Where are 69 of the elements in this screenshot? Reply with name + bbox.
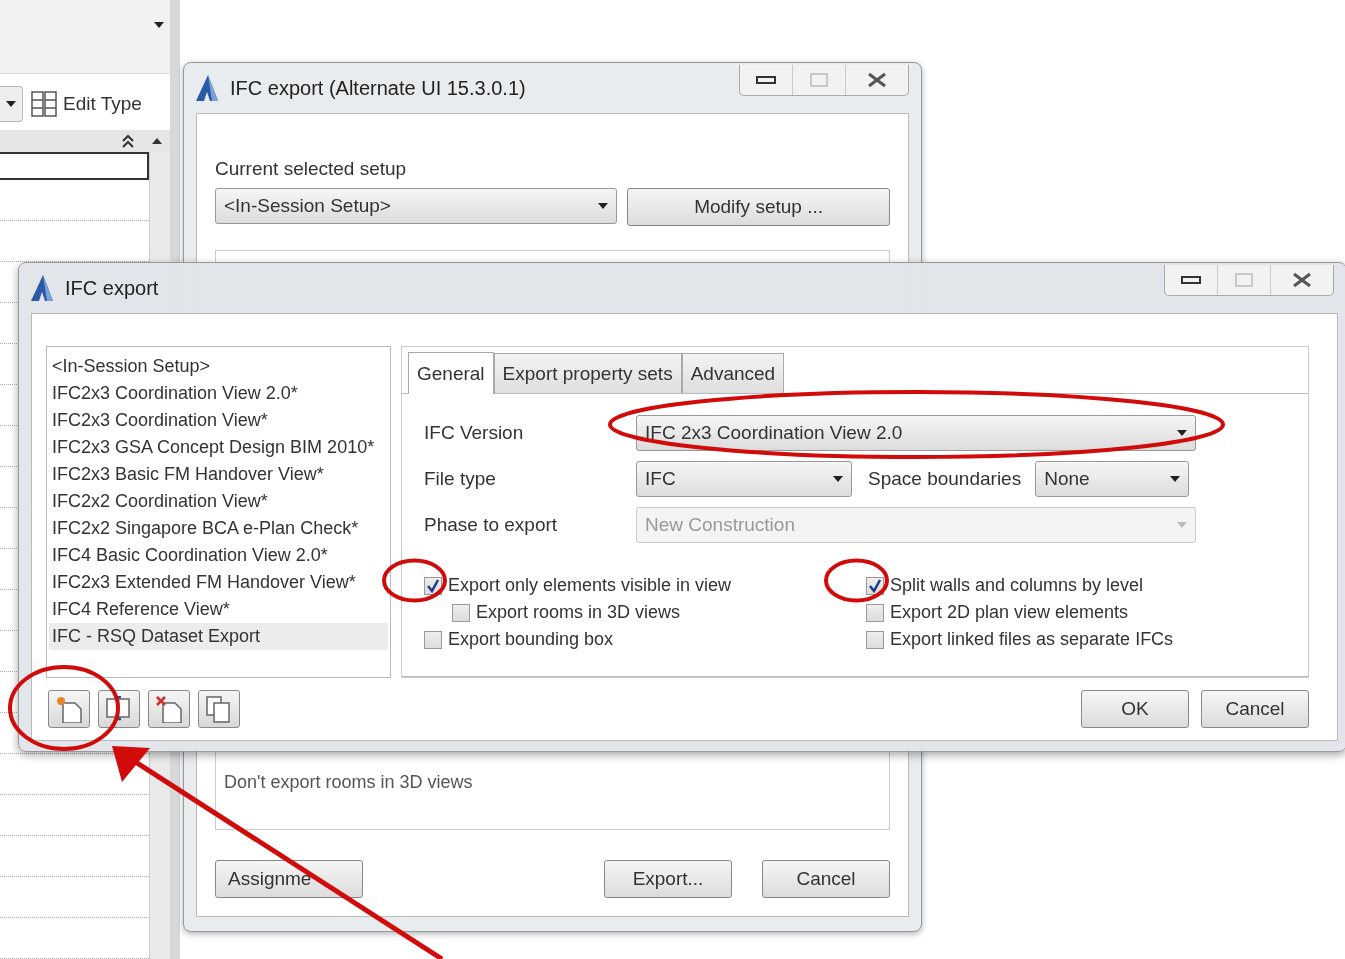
field-label: Current selected setup (215, 158, 408, 180)
list-item[interactable]: IFC4 Reference View* (49, 596, 388, 623)
field-label: File type (424, 468, 497, 490)
caret-icon (1177, 430, 1187, 436)
list-item[interactable]: <In-Session Setup> (49, 353, 388, 380)
checkbox-option[interactable]: Export linked files as separate IFCs (866, 626, 1308, 653)
list-item[interactable]: IFC2x3 Basic FM Handover View* (49, 461, 388, 488)
caret-icon (598, 203, 609, 209)
caret-icon (1170, 476, 1181, 482)
list-item[interactable]: IFC2x3 Extended FM Handover View* (49, 569, 388, 596)
dialog-button[interactable]: Export... (604, 860, 732, 898)
list-item[interactable]: IFC4 Basic Coordination View 2.0* (49, 542, 388, 569)
properties-icon (31, 90, 57, 117)
tab[interactable]: General (408, 352, 494, 394)
dialog-button[interactable]: Cancel (1201, 690, 1309, 728)
type-selector[interactable] (0, 85, 23, 122)
maximize-icon (1235, 273, 1253, 287)
list-item[interactable]: IFC2x3 Coordination View 2.0* (49, 380, 388, 407)
list-item[interactable]: IFC2x2 Singapore BCA e-Plan Check* (49, 515, 388, 542)
caret-icon (833, 476, 843, 482)
app-icon (29, 274, 55, 302)
setup-list[interactable] (46, 346, 391, 678)
setup-dropdown[interactable]: <In-Session Setup> (215, 188, 618, 224)
tab[interactable]: Advanced (681, 353, 785, 393)
description-text: Don't export rooms in 3D views (224, 772, 474, 793)
caret-icon (6, 100, 16, 107)
list-item[interactable]: IFC2x2 Coordination View* (49, 488, 388, 515)
maximize-icon (810, 73, 828, 87)
field-label: IFC Version (424, 422, 525, 444)
scroll-up-icon[interactable] (152, 137, 162, 144)
new-page-icon (56, 695, 82, 723)
minimize-icon (1181, 275, 1201, 285)
dialog-button[interactable]: OK (1081, 690, 1189, 728)
checkbox-option[interactable]: Export only elements visible in view (424, 572, 866, 599)
field-label: Space boundaries (868, 468, 1022, 490)
dropdown[interactable]: IFC 2x3 Coordination View 2.0 (636, 415, 1196, 451)
caret-icon (154, 22, 164, 28)
close-icon (867, 72, 887, 88)
toolbar-button[interactable] (48, 690, 90, 728)
list-item[interactable]: IFC - RSQ Dataset Export (49, 623, 388, 650)
app-icon (194, 74, 220, 102)
checkmark-icon (868, 578, 882, 593)
list-item[interactable]: IFC2x3 GSA Concept Design BIM 2010* (49, 434, 388, 461)
collapse-icon[interactable] (122, 133, 134, 148)
checkmark-icon (426, 578, 440, 593)
property-field[interactable] (0, 152, 149, 180)
toolbar-button[interactable] (98, 690, 140, 728)
checkbox-option[interactable]: Split walls and columns by level (866, 572, 1308, 599)
dropdown[interactable]: None (1035, 461, 1190, 497)
dialog-button[interactable]: Cancel (762, 860, 890, 898)
close-icon (1292, 272, 1312, 288)
field-label: Phase to export (424, 514, 559, 536)
checkbox-option[interactable]: Export 2D plan view elements (866, 599, 1308, 626)
list-item[interactable]: IFC2x3 Coordination View* (49, 407, 388, 434)
minimize-icon (756, 75, 776, 85)
delete-page-icon (156, 695, 182, 723)
copy-icon (206, 695, 232, 723)
window-title: IFC export (Alternate UI 15.3.0.1) (230, 76, 526, 100)
window-title: IFC export (65, 276, 159, 300)
dialog-button[interactable]: Assignme (215, 860, 363, 898)
edit-type-button[interactable]: Edit Type (31, 90, 142, 117)
toolbar-button[interactable] (198, 690, 240, 728)
checkbox-option[interactable]: Export bounding box (424, 626, 866, 653)
dropdown[interactable]: IFC (636, 461, 852, 497)
caret-icon (1177, 522, 1187, 528)
toolbar-button[interactable] (148, 690, 190, 728)
tab[interactable]: Export property sets (493, 353, 682, 393)
checkbox-option[interactable]: Export rooms in 3D views (452, 599, 866, 626)
modify-setup-button[interactable]: Modify setup ... (627, 188, 890, 226)
